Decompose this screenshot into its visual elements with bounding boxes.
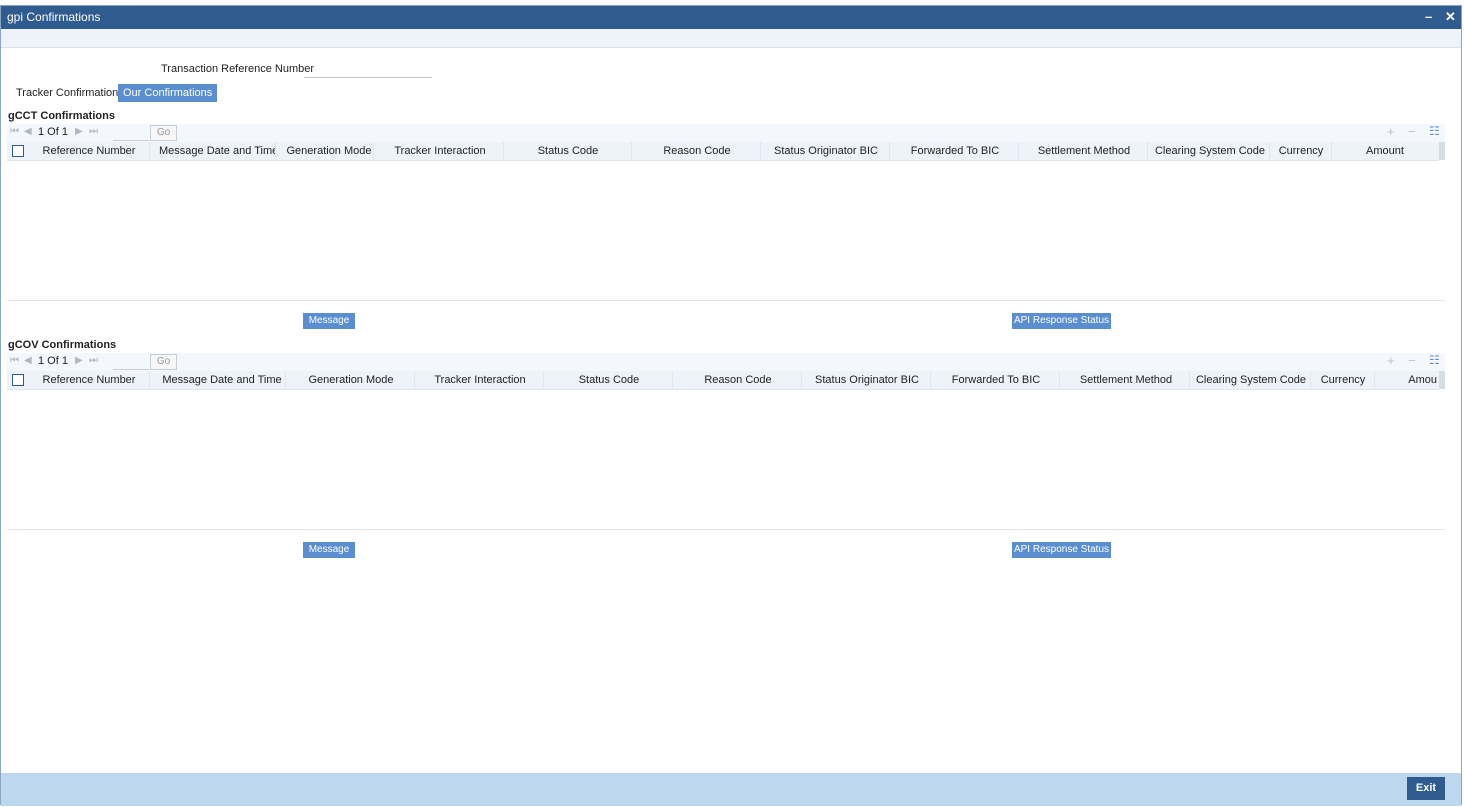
window-title: gpi Confirmations	[7, 10, 101, 24]
remove-row-icon[interactable]: −	[1408, 124, 1416, 139]
column-header[interactable]: Settlement Method	[1021, 142, 1148, 160]
column-header[interactable]: Forwarded To BIC	[933, 371, 1060, 389]
title-bar: gpi Confirmations – ✕	[1, 6, 1461, 29]
close-icon[interactable]: ✕	[1445, 9, 1456, 25]
column-header[interactable]: Tracker Interaction	[377, 142, 504, 160]
first-page-icon[interactable]: ⏮	[10, 355, 19, 366]
trn-label: Transaction Reference Number	[161, 63, 315, 75]
gcov-section-title: gCOV Confirmations	[8, 339, 117, 351]
column-header[interactable]: Settlement Method	[1063, 371, 1190, 389]
column-header[interactable]: Amou	[1375, 371, 1437, 389]
column-header[interactable]: Currency	[1271, 142, 1332, 160]
column-header[interactable]: Generation Mode	[288, 371, 415, 389]
go-button[interactable]: Go	[150, 125, 177, 141]
column-header[interactable]: Status Code	[505, 142, 632, 160]
column-header[interactable]: Status Originator BIC	[804, 371, 931, 389]
gcov-header-row: Reference Number Message Date and Time G…	[7, 371, 1439, 390]
gcct-pager: ⏮ ◀ 1 Of 1 ▶ ⏭ Go + − ☷	[7, 124, 1445, 142]
page-number-input[interactable]	[113, 355, 149, 370]
vertical-scrollbar[interactable]	[1439, 142, 1445, 160]
go-button[interactable]: Go	[150, 354, 177, 370]
gcct-api-response-status-button[interactable]: API Response Status	[1012, 313, 1111, 329]
page-indicator: 1 Of 1	[38, 126, 68, 138]
column-header[interactable]: Reference Number	[29, 142, 150, 160]
column-header[interactable]: Message Date and Time	[159, 371, 286, 389]
add-row-icon[interactable]: +	[1387, 124, 1395, 139]
column-header[interactable]: Tracker Interaction	[417, 371, 544, 389]
exit-button[interactable]: Exit	[1407, 777, 1445, 800]
trn-input[interactable]	[304, 61, 432, 78]
prev-page-icon[interactable]: ◀	[24, 355, 32, 366]
column-header[interactable]: Reason Code	[634, 142, 761, 160]
tab-tracker-confirmations[interactable]: Tracker Confirmations	[11, 84, 129, 102]
remove-row-icon[interactable]: −	[1408, 353, 1416, 368]
toolstrip	[1, 29, 1461, 48]
next-page-icon[interactable]: ▶	[75, 355, 83, 366]
gcov-api-response-status-button[interactable]: API Response Status	[1012, 542, 1111, 558]
column-header[interactable]: Clearing System Code	[1151, 142, 1270, 160]
column-header[interactable]: Status Originator BIC	[763, 142, 890, 160]
prev-page-icon[interactable]: ◀	[24, 126, 32, 137]
column-header[interactable]: Clearing System Code	[1192, 371, 1311, 389]
page-number-input[interactable]	[113, 126, 149, 141]
column-header[interactable]: Generation Mode	[285, 142, 374, 160]
page-indicator: 1 Of 1	[38, 355, 68, 367]
select-all-checkbox[interactable]	[12, 374, 24, 386]
next-page-icon[interactable]: ▶	[75, 126, 83, 137]
column-header[interactable]: Forwarded To BIC	[892, 142, 1019, 160]
add-row-icon[interactable]: +	[1387, 353, 1395, 368]
column-header[interactable]: Amount	[1333, 142, 1437, 160]
column-header[interactable]: Currency	[1312, 371, 1375, 389]
column-header[interactable]: Reason Code	[675, 371, 802, 389]
single-view-icon[interactable]: ☷	[1429, 353, 1440, 367]
last-page-icon[interactable]: ⏭	[89, 355, 98, 366]
column-header[interactable]: Status Code	[546, 371, 673, 389]
gcov-pager: ⏮ ◀ 1 Of 1 ▶ ⏭ Go + − ☷	[7, 353, 1445, 371]
vertical-scrollbar[interactable]	[1439, 371, 1445, 389]
gcct-header-row: Reference Number Message Date and Time G…	[7, 142, 1439, 161]
column-header[interactable]: Message Date and Time	[159, 142, 276, 160]
last-page-icon[interactable]: ⏭	[89, 126, 98, 137]
footer-bar: Exit	[1, 773, 1461, 806]
minimize-icon[interactable]: –	[1425, 9, 1432, 24]
gcov-message-button[interactable]: Message	[303, 542, 355, 558]
tab-our-confirmations[interactable]: Our Confirmations	[118, 84, 218, 102]
gcct-grid: ⏮ ◀ 1 Of 1 ▶ ⏭ Go + − ☷ Reference Number…	[7, 124, 1445, 301]
gpi-confirmations-window: gpi Confirmations – ✕ Transaction Refere…	[0, 5, 1462, 806]
first-page-icon[interactable]: ⏮	[10, 126, 19, 137]
gcov-grid: ⏮ ◀ 1 Of 1 ▶ ⏭ Go + − ☷ Reference Number…	[7, 353, 1445, 530]
single-view-icon[interactable]: ☷	[1429, 124, 1440, 138]
select-all-checkbox[interactable]	[12, 145, 24, 157]
gcct-section-title: gCCT Confirmations	[8, 110, 115, 122]
column-header[interactable]: Reference Number	[29, 371, 150, 389]
gcct-message-button[interactable]: Message	[303, 313, 355, 329]
